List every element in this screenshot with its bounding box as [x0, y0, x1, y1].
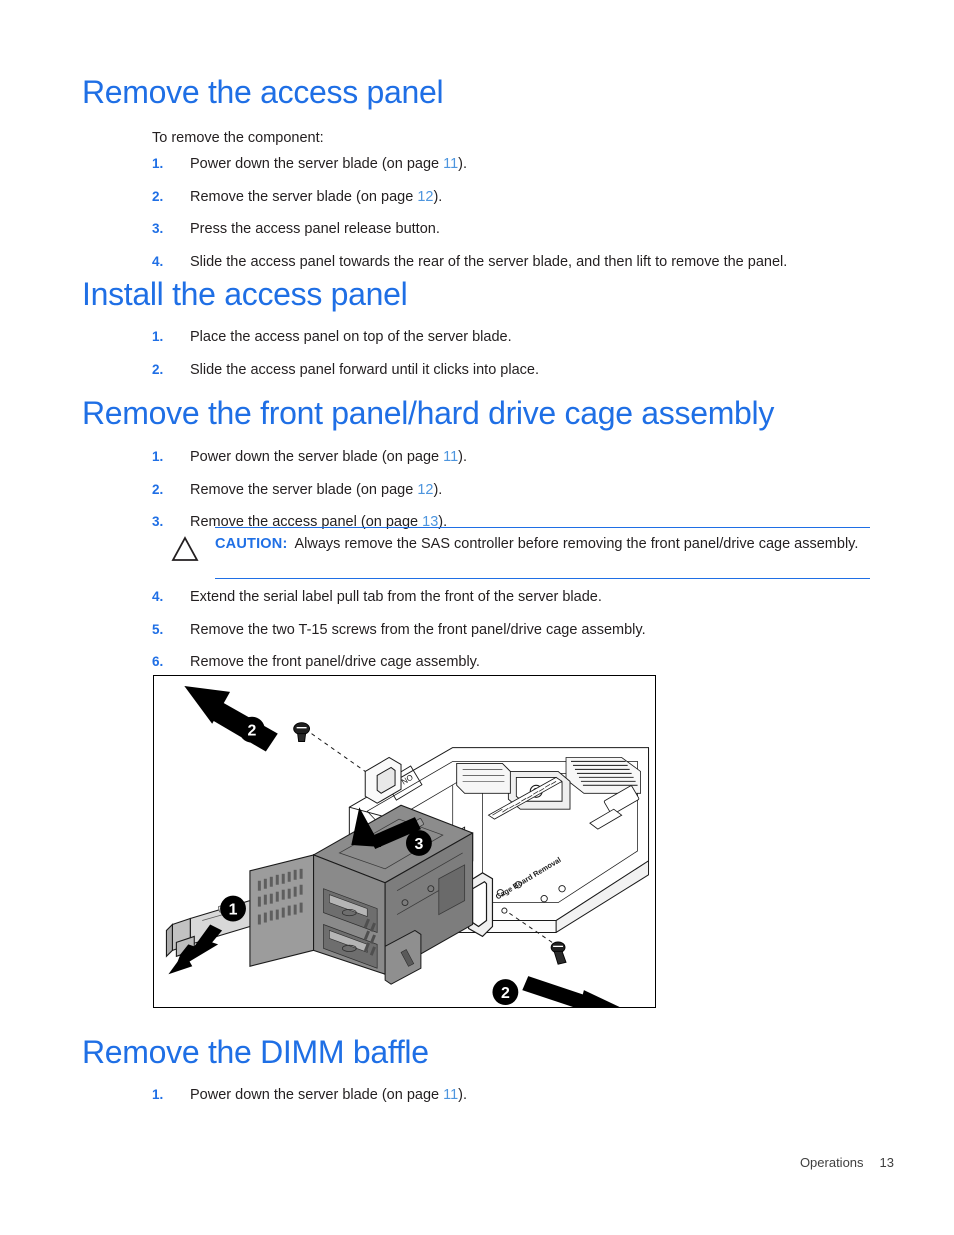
step-text-tail: ).	[458, 1087, 468, 1103]
footer-page-number: 13	[879, 1155, 894, 1170]
step-text-tail: ).	[458, 156, 468, 172]
step-text: Remove the front panel/drive cage assemb…	[190, 654, 480, 671]
list-item: 4. Extend the serial label pull tab from …	[152, 588, 872, 608]
front-panel-drive-cage-removal-illustration: ON Cage Board Removal 1 2 2 3	[153, 675, 656, 1008]
step-text: Power down the server blade (on page	[190, 449, 444, 465]
page-reference-link[interactable]: 12	[417, 482, 433, 498]
step-text-tail: ).	[433, 481, 443, 498]
list-item: 1. Power down the server blade (on page 1…	[152, 155, 872, 175]
arrow-screw-top	[184, 685, 278, 752]
list-item: 3. Press the access panel release button.	[152, 220, 872, 240]
page-reference-link[interactable]: 11	[443, 1087, 458, 1103]
step-number: 1.	[152, 1087, 164, 1102]
heading-remove-the-front-panel-hard-drive-cage-assembly: Remove the front panel/hard drive cage a…	[82, 395, 775, 431]
heading-install-the-access-panel: Install the access panel	[82, 276, 408, 312]
step-number: 2.	[152, 481, 164, 497]
step-number: 2.	[152, 188, 164, 204]
screw-bottom	[550, 941, 567, 965]
step-number: 1.	[152, 329, 164, 344]
step-text: Remove the server blade (on page	[190, 188, 418, 205]
list-item: 2. Remove the server blade (on page 12).	[152, 481, 872, 501]
list-item: 5. Remove the two T-15 screws from the fr…	[152, 621, 872, 641]
step-list-remove-access-panel: 1. Power down the server blade (on page 1…	[152, 155, 872, 285]
list-item: 1. Place the access panel on top of the s…	[152, 328, 872, 348]
page-reference-link[interactable]: 11	[443, 156, 458, 172]
page-reference-link[interactable]: 12	[417, 189, 433, 205]
footer-chapter-name: Operations	[799, 1155, 864, 1170]
warning-triangle-icon	[171, 536, 199, 562]
list-item: 1. Power down the server blade (on page 1…	[152, 448, 872, 468]
step-text: Slide the access panel towards the rear …	[190, 253, 788, 270]
step-text: Remove the server blade (on page	[190, 481, 418, 498]
step-text: Place the access panel on top of the ser…	[190, 329, 512, 345]
step-list-remove-dimm-baffle: 1. Power down the server blade (on page 1…	[152, 1086, 872, 1119]
arrow-screw-bottom	[522, 976, 620, 1007]
callout-badge-2-bottom: 2	[492, 979, 519, 1006]
caution-top-rule	[215, 527, 870, 528]
svg-text:2: 2	[248, 723, 257, 740]
step-text-tail: ).	[433, 188, 443, 205]
document-page: Remove the access panel To remove the co…	[0, 0, 954, 1235]
caution-notice: CAUTION: Always remove the SAS controller…	[152, 527, 870, 579]
step-list-install-access-panel: 1. Place the access panel on top of the s…	[152, 328, 872, 393]
caution-text: Always remove the SAS controller before …	[294, 536, 859, 552]
step-text: Power down the server blade (on page	[190, 1087, 444, 1103]
heading-remove-the-dimm-baffle: Remove the DIMM baffle	[82, 1034, 429, 1070]
list-item: 1. Power down the server blade (on page 1…	[152, 1086, 872, 1106]
step-text: Extend the serial label pull tab from th…	[190, 589, 602, 605]
page-reference-link[interactable]: 11	[443, 449, 458, 465]
step-number: 2.	[152, 361, 164, 377]
step-number: 1.	[152, 156, 164, 171]
page-footer: Operations 13	[0, 1155, 894, 1170]
callout-badge-2-top: 2	[239, 716, 265, 743]
step-text-tail: ).	[458, 449, 468, 465]
step-text: Slide the access panel forward until it …	[190, 361, 539, 378]
callout-badge-3: 3	[405, 830, 432, 856]
caution-bottom-rule	[215, 578, 870, 579]
screw-top	[293, 722, 311, 743]
list-item: 4. Slide the access panel towards the rea…	[152, 253, 872, 273]
intro-text-remove-access-panel: To remove the component:	[152, 130, 324, 146]
step-number: 4.	[152, 253, 164, 269]
caution-body: CAUTION: Always remove the SAS controller…	[215, 534, 866, 555]
step-number: 1.	[152, 449, 164, 464]
step-text: Power down the server blade (on page	[190, 156, 444, 172]
svg-text:1: 1	[229, 902, 238, 919]
step-number: 3.	[152, 221, 164, 237]
caution-label: CAUTION:	[215, 536, 288, 552]
step-text: Remove the two T-15 screws from the fron…	[190, 621, 646, 638]
svg-text:2: 2	[501, 985, 510, 1002]
list-item: 2. Remove the server blade (on page 12).	[152, 188, 872, 208]
step-list-remove-front-panel-part2: 4. Extend the serial label pull tab from …	[152, 588, 872, 686]
heading-remove-the-access-panel: Remove the access panel	[82, 74, 444, 110]
step-number: 6.	[152, 654, 164, 670]
svg-text:3: 3	[414, 836, 423, 853]
step-text: Press the access panel release button.	[190, 221, 440, 238]
callout-badge-1: 1	[220, 895, 246, 922]
list-item: 2. Slide the access panel forward until i…	[152, 361, 872, 381]
step-number: 4.	[152, 589, 164, 604]
list-item: 6. Remove the front panel/drive cage asse…	[152, 653, 872, 673]
step-number: 5.	[152, 621, 164, 637]
